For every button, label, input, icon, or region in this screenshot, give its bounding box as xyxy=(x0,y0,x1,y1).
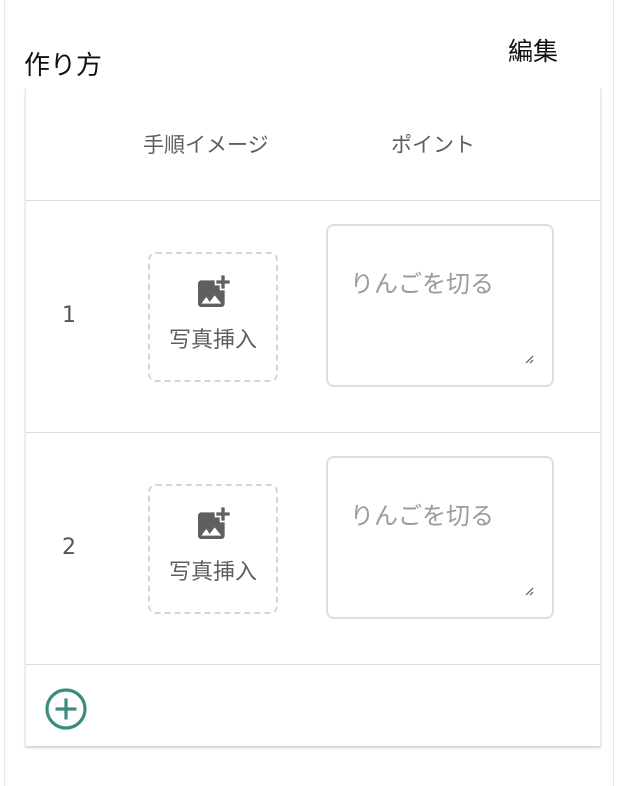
insert-photo-button[interactable]: 写真挿入 xyxy=(148,484,278,614)
frame-border-right xyxy=(613,0,614,786)
resize-handle-icon[interactable] xyxy=(524,354,534,364)
frame-border-left xyxy=(4,0,5,786)
header-step-image: 手順イメージ xyxy=(143,133,269,157)
resize-handle-icon[interactable] xyxy=(524,586,534,596)
edit-button[interactable]: 編集 xyxy=(508,34,558,70)
add-photo-icon xyxy=(198,275,230,307)
table-footer xyxy=(26,665,600,746)
insert-photo-label: 写真挿入 xyxy=(168,560,257,585)
steps-table: 手順イメージ ポイント 1 写真挿入 2 xyxy=(25,88,601,746)
header-point: ポイント xyxy=(391,133,475,157)
table-row: 2 写真挿入 xyxy=(26,433,600,665)
table-row: 1 写真挿入 xyxy=(26,201,600,433)
point-input[interactable] xyxy=(326,456,554,619)
recipe-steps-screen: 作り方 編集 手順イメージ ポイント 1 写真挿入 2 xyxy=(0,0,624,786)
point-input[interactable] xyxy=(326,224,554,387)
step-number: 2 xyxy=(62,535,76,560)
table-header: 手順イメージ ポイント xyxy=(26,88,600,201)
section-title: 作り方 xyxy=(24,51,103,81)
step-number: 1 xyxy=(62,303,76,328)
insert-photo-button[interactable]: 写真挿入 xyxy=(148,252,278,382)
add-photo-icon xyxy=(198,507,230,539)
insert-photo-label: 写真挿入 xyxy=(168,328,257,353)
add-step-button[interactable] xyxy=(44,687,88,731)
